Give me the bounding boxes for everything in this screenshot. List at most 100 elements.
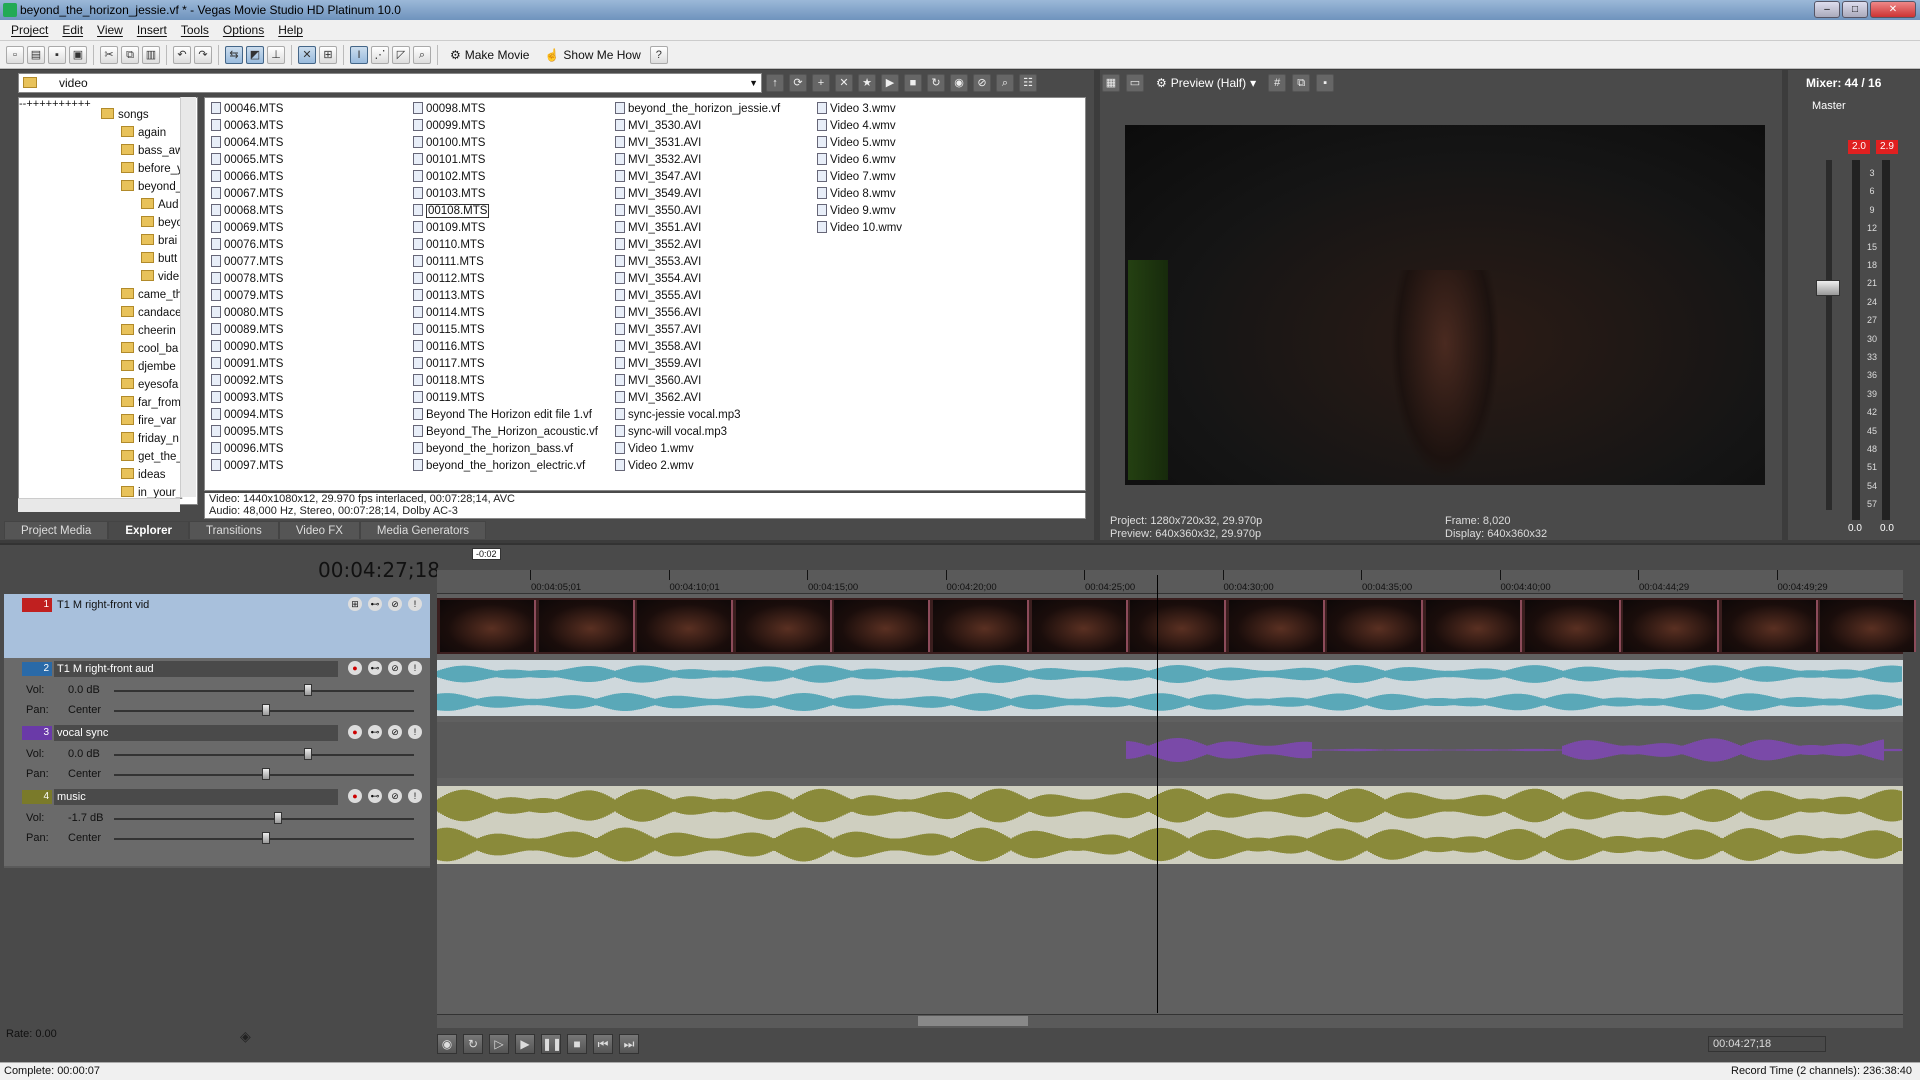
file-item[interactable]: Video 9.wmv: [817, 203, 896, 220]
file-item[interactable]: 00098.MTS: [413, 101, 485, 118]
tree-folder[interactable]: butt: [141, 250, 177, 268]
audio-event-1[interactable]: [437, 660, 1903, 716]
file-item[interactable]: MVI_3562.AVI: [615, 390, 701, 407]
tree-folder[interactable]: get_the_: [121, 448, 183, 466]
file-item[interactable]: 00066.MTS: [211, 169, 283, 186]
snapping-icon[interactable]: ⊥: [267, 45, 285, 64]
tree-folder[interactable]: vide: [141, 268, 179, 286]
file-item[interactable]: 00067.MTS: [211, 186, 283, 203]
file-item[interactable]: 00090.MTS: [211, 339, 283, 356]
file-item[interactable]: Beyond_The_Horizon_acoustic.vf: [413, 424, 598, 441]
solo-icon[interactable]: !: [408, 789, 422, 803]
tab-transitions[interactable]: Transitions: [188, 521, 279, 539]
file-item[interactable]: MVI_3531.AVI: [615, 135, 701, 152]
pan-slider-handle[interactable]: [262, 704, 270, 716]
file-item[interactable]: MVI_3552.AVI: [615, 237, 701, 254]
tree-folder[interactable]: fire_var: [121, 412, 176, 430]
file-item[interactable]: 00110.MTS: [413, 237, 485, 254]
file-item[interactable]: 00103.MTS: [413, 186, 485, 203]
refresh-icon[interactable]: ⟳: [789, 74, 807, 92]
auto-preview-icon[interactable]: ↻: [927, 74, 945, 92]
tree-folder[interactable]: beyo: [141, 214, 183, 232]
vol-slider[interactable]: [114, 754, 414, 756]
master-fader-handle[interactable]: [1816, 280, 1840, 296]
ignore-grouping-icon[interactable]: ⊞: [319, 45, 337, 64]
new-icon[interactable]: ▫: [6, 45, 24, 64]
make-movie-button[interactable]: ⚙ Make Movie: [444, 45, 535, 65]
file-item[interactable]: beyond_the_horizon_bass.vf: [413, 441, 573, 458]
file-item[interactable]: Video 10.wmv: [817, 220, 902, 237]
file-item[interactable]: Video 7.wmv: [817, 169, 896, 186]
copy-icon[interactable]: ⧉: [121, 45, 139, 64]
menu-view[interactable]: View: [90, 23, 130, 37]
solo-icon[interactable]: !: [408, 725, 422, 739]
file-item[interactable]: Video 3.wmv: [817, 101, 896, 118]
file-item[interactable]: 00068.MTS: [211, 203, 283, 220]
paste-icon[interactable]: ▥: [142, 45, 160, 64]
file-item[interactable]: Video 1.wmv: [615, 441, 694, 458]
file-item[interactable]: 00069.MTS: [211, 220, 283, 237]
file-item[interactable]: Video 5.wmv: [817, 135, 896, 152]
file-item[interactable]: 00100.MTS: [413, 135, 485, 152]
file-item[interactable]: Video 8.wmv: [817, 186, 896, 203]
file-item[interactable]: 00080.MTS: [211, 305, 283, 322]
file-item[interactable]: MVI_3547.AVI: [615, 169, 701, 186]
file-item[interactable]: MVI_3532.AVI: [615, 152, 701, 169]
file-item[interactable]: 00118.MTS: [413, 373, 485, 390]
file-item[interactable]: 00076.MTS: [211, 237, 283, 254]
track-name[interactable]: T1 M right-front aud: [54, 661, 338, 677]
vol-slider-handle[interactable]: [304, 748, 312, 760]
show-me-how-button[interactable]: ☝ Show Me How: [538, 45, 646, 65]
file-item[interactable]: 00115.MTS: [413, 322, 485, 339]
search-icon[interactable]: ⌕: [996, 74, 1014, 92]
file-item[interactable]: beyond_the_horizon_electric.vf: [413, 458, 585, 475]
save-snapshot-icon[interactable]: ▪: [1316, 74, 1335, 92]
solo-icon[interactable]: !: [408, 597, 422, 611]
undo-icon[interactable]: ↶: [173, 45, 191, 64]
file-item[interactable]: sync-jessie vocal.mp3: [615, 407, 740, 424]
file-item[interactable]: MVI_3549.AVI: [615, 186, 701, 203]
fx-icon[interactable]: ⊷: [368, 789, 382, 803]
go-to-end-icon[interactable]: ⏭: [619, 1034, 639, 1054]
fx-icon[interactable]: ⊷: [368, 725, 382, 739]
track-header-video[interactable]: 1 T1 M right-front vid ⊞ ⊷ ⊘ !: [4, 594, 430, 658]
file-item[interactable]: 00111.MTS: [413, 254, 484, 271]
tree-folder[interactable]: far_from: [121, 394, 181, 412]
file-item[interactable]: Video 4.wmv: [817, 118, 896, 135]
playhead-cursor[interactable]: [1157, 575, 1158, 1013]
file-item[interactable]: 00108.MTS: [413, 203, 490, 220]
copy-snapshot-icon[interactable]: ⧉: [1292, 74, 1311, 92]
file-item[interactable]: MVI_3560.AVI: [615, 373, 701, 390]
tree-folder[interactable]: bass_aw: [121, 142, 183, 160]
pause-icon[interactable]: ❚❚: [541, 1034, 562, 1054]
file-item[interactable]: MVI_3530.AVI: [615, 118, 701, 135]
file-item[interactable]: Video 2.wmv: [615, 458, 694, 475]
fx-icon[interactable]: ⊷: [368, 661, 382, 675]
track-header-audio-3[interactable]: 4 music ● ⊷ ⊘ ! Vol: -1.7 dB Pan: Center: [4, 786, 430, 866]
tree-folder[interactable]: songs: [101, 106, 149, 124]
peak-right[interactable]: 2.9: [1876, 140, 1898, 154]
pan-slider-handle[interactable]: [262, 832, 270, 844]
tree-vertical-scrollbar[interactable]: [180, 97, 196, 497]
mute-icon[interactable]: ⊘: [388, 597, 402, 611]
tree-folder[interactable]: cheerin: [121, 322, 176, 340]
menu-project[interactable]: Project: [4, 23, 55, 37]
remove-icon[interactable]: ⊘: [973, 74, 991, 92]
play-icon[interactable]: ▶: [515, 1034, 535, 1054]
file-item[interactable]: 00099.MTS: [413, 118, 485, 135]
file-item[interactable]: MVI_3559.AVI: [615, 356, 701, 373]
file-item[interactable]: 00078.MTS: [211, 271, 283, 288]
selection-tool-icon[interactable]: ◸: [392, 45, 410, 64]
play-from-start-icon[interactable]: ▷: [489, 1034, 509, 1054]
preview-quality-dropdown[interactable]: ⚙ Preview (Half) ▾: [1150, 73, 1262, 93]
file-item[interactable]: 00116.MTS: [413, 339, 485, 356]
tree-horizontal-scrollbar[interactable]: [18, 498, 180, 512]
file-item[interactable]: 00092.MTS: [211, 373, 283, 390]
tree-folder[interactable]: came_th: [121, 286, 182, 304]
mute-icon[interactable]: ⊘: [388, 661, 402, 675]
path-dropdown[interactable]: video ▼: [18, 73, 762, 93]
vol-slider-handle[interactable]: [304, 684, 312, 696]
arm-record-icon[interactable]: ●: [348, 661, 362, 675]
file-item[interactable]: sync-will vocal.mp3: [615, 424, 727, 441]
file-item[interactable]: 00114.MTS: [413, 305, 485, 322]
